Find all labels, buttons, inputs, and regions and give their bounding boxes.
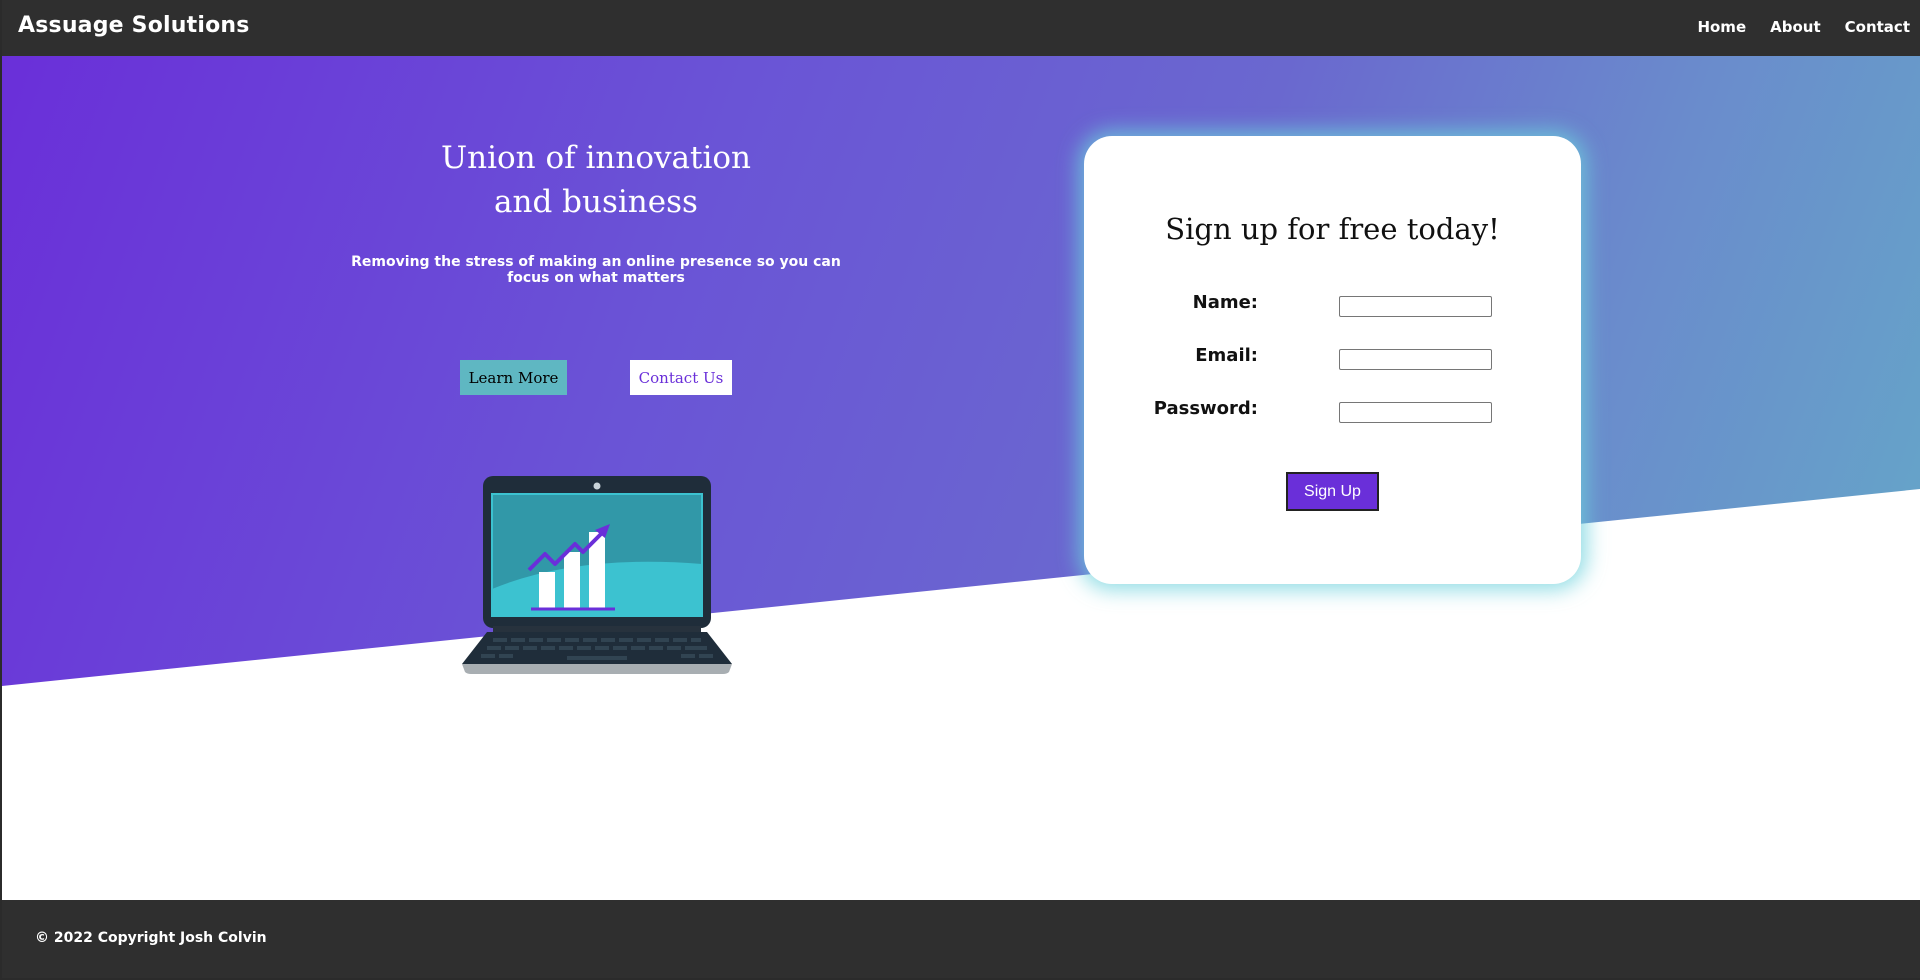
nav-link-about[interactable]: About <box>1770 18 1821 36</box>
password-label: Password: <box>1153 398 1258 419</box>
name-label: Name: <box>1192 292 1258 313</box>
nav-link-home[interactable]: Home <box>1697 18 1746 36</box>
hero-background <box>2 56 1920 686</box>
hero-title: Union of innovation and business <box>322 136 870 224</box>
hero-title-line2: and business <box>494 184 698 220</box>
laptop-growth-chart-icon <box>462 476 732 674</box>
learn-more-button[interactable]: Learn More <box>460 360 567 395</box>
sign-up-button[interactable]: Sign Up <box>1286 472 1379 511</box>
navbar: Assuage Solutions Home About Contact <box>2 0 1920 56</box>
nav-links: Home About Contact <box>1697 18 1910 36</box>
brand-logo-link[interactable]: Assuage Solutions <box>18 13 250 38</box>
contact-us-button[interactable]: Contact Us <box>630 360 732 395</box>
hero-subtitle: Removing the stress of making an online … <box>351 254 841 286</box>
signup-card: Sign up for free today! Name: Email: Pas… <box>1084 136 1581 584</box>
name-input[interactable] <box>1339 296 1492 317</box>
nav-link-contact[interactable]: Contact <box>1845 18 1910 36</box>
page: Assuage Solutions Home About Contact Uni… <box>2 0 1920 978</box>
password-input[interactable] <box>1339 402 1492 423</box>
signup-title: Sign up for free today! <box>1165 212 1500 246</box>
email-label: Email: <box>1195 345 1258 366</box>
footer: © 2022 Copyright Josh Colvin <box>2 900 1920 978</box>
email-input[interactable] <box>1339 349 1492 370</box>
footer-copyright: © 2022 Copyright Josh Colvin <box>35 930 267 946</box>
hero-title-line1: Union of innovation <box>441 140 751 176</box>
